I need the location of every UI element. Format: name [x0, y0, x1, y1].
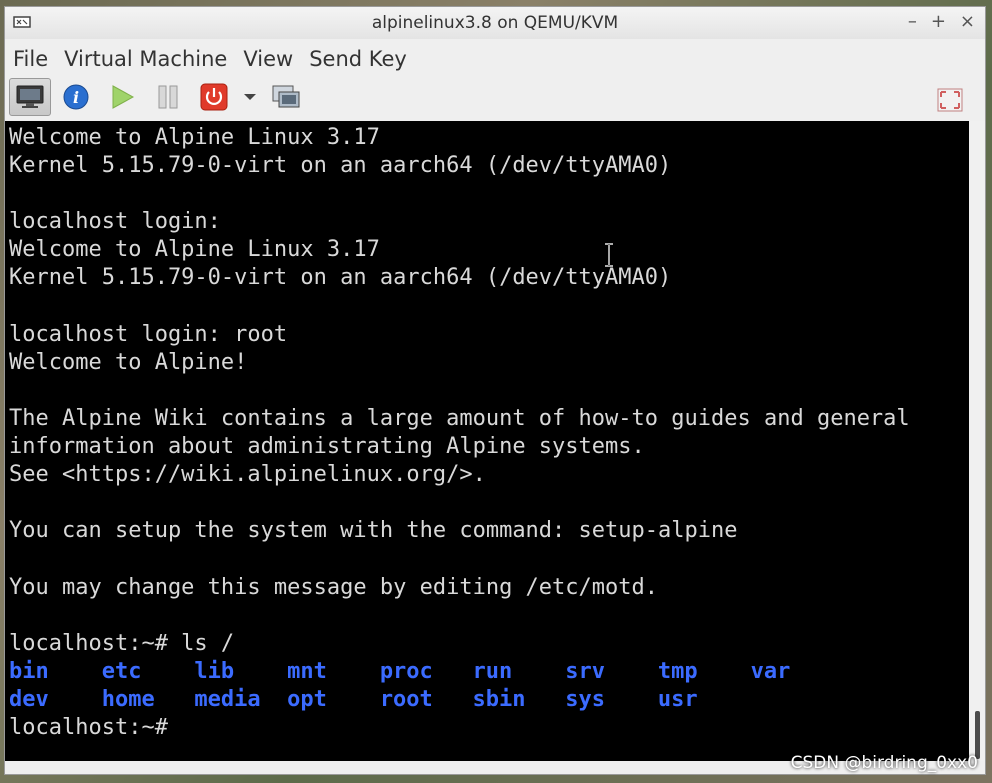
terminal-display[interactable]: Welcome to Alpine Linux 3.17 Kernel 5.15.… [5, 121, 969, 761]
scrollbar-thumb[interactable] [975, 711, 980, 759]
terminal-line: Welcome to Alpine! [9, 349, 248, 375]
terminal-line: localhost login: root [9, 321, 288, 347]
info-icon: i [63, 84, 89, 110]
menu-view[interactable]: View [241, 47, 301, 71]
directory-entry: run [472, 658, 513, 684]
terminal-line: The Alpine Wiki contains a large amount … [9, 405, 910, 431]
toolbar: i [5, 75, 985, 119]
directory-entry: tmp [657, 658, 698, 684]
terminal-line: You may change this message by editing /… [9, 574, 659, 600]
directory-entry: lib [194, 658, 235, 684]
directory-entry: etc [101, 658, 142, 684]
terminal-line: Kernel 5.15.79-0-virt on an aarch64 (/de… [9, 265, 672, 291]
directory-entry: proc [379, 658, 433, 684]
snapshot-button[interactable] [265, 78, 307, 116]
ls-output-row: dev home media opt root sbin sys usr [9, 686, 969, 714]
power-icon [200, 83, 228, 111]
menu-file[interactable]: File [11, 47, 56, 71]
directory-entry: sys [565, 686, 605, 712]
fullscreen-button[interactable] [929, 81, 971, 119]
pause-icon [158, 85, 178, 109]
directory-entry: usr [657, 686, 698, 712]
run-button[interactable] [101, 78, 143, 116]
fullscreen-icon [937, 88, 963, 112]
title-bar[interactable]: alpinelinux3.8 on QEMU/KVM – + × [5, 7, 985, 39]
terminal-line: See <https://wiki.alpinelinux.org/>. [9, 462, 486, 488]
minimize-button[interactable]: – [908, 11, 917, 32]
directory-entry: sbin [472, 686, 526, 712]
menu-bar: File Virtual Machine View Send Key [5, 43, 985, 75]
window-title: alpinelinux3.8 on QEMU/KVM [371, 13, 619, 33]
shutdown-button[interactable] [193, 78, 235, 116]
pause-button[interactable] [147, 78, 189, 116]
terminal-line: information about administrating Alpine … [9, 434, 645, 460]
watermark: CSDN @birdring_0xx0 [790, 753, 978, 773]
directory-entry: var [750, 658, 791, 684]
terminal-line: You can setup the system with the comman… [9, 518, 738, 544]
directory-entry: srv [565, 658, 605, 684]
shutdown-menu-button[interactable] [239, 78, 261, 116]
directory-entry: bin [9, 658, 49, 684]
console-button[interactable] [9, 78, 51, 116]
menu-send-key[interactable]: Send Key [307, 47, 415, 71]
terminal-line: Welcome to Alpine Linux 3.17 [9, 125, 380, 150]
text-cursor-icon [605, 243, 613, 267]
terminal-line: localhost login: [9, 209, 221, 235]
maximize-button[interactable]: + [931, 11, 946, 32]
scrollbar-track[interactable] [969, 121, 985, 761]
snapshot-icon [272, 85, 300, 108]
menu-virtual-machine[interactable]: Virtual Machine [62, 47, 235, 71]
run-icon [112, 85, 135, 109]
directory-entry: dev [9, 686, 49, 712]
directory-entry: root [379, 686, 433, 712]
chevron-down-icon [244, 94, 256, 100]
directory-entry: media [194, 686, 261, 712]
terminal-line: localhost:~# ls / [9, 630, 235, 656]
svg-text:i: i [73, 88, 79, 107]
directory-entry: home [101, 686, 155, 712]
console-icon [16, 85, 44, 108]
app-icon [13, 16, 31, 28]
directory-entry: opt [287, 686, 327, 712]
details-button[interactable]: i [55, 78, 97, 116]
terminal-line: Welcome to Alpine Linux 3.17 [9, 237, 380, 263]
close-button[interactable]: × [960, 11, 975, 32]
vm-window: alpinelinux3.8 on QEMU/KVM – + × File Vi… [4, 6, 986, 775]
shell-prompt: localhost:~# [9, 714, 182, 740]
terminal-line: Kernel 5.15.79-0-virt on an aarch64 (/de… [9, 153, 672, 179]
directory-entry: mnt [287, 658, 327, 684]
ls-output-row: bin etc lib mnt proc run srv tmp var [9, 658, 969, 686]
